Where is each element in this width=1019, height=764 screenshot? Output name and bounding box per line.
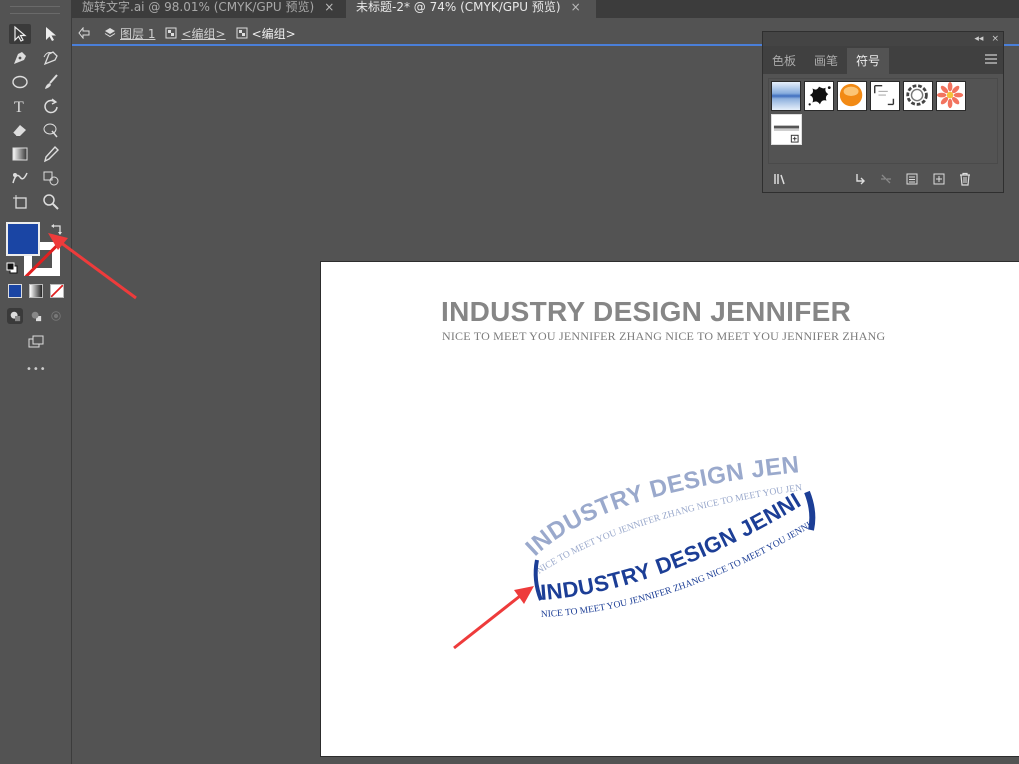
layers-icon xyxy=(104,28,116,38)
panel-tabs: 色板 画笔 符号 xyxy=(763,46,1003,74)
symbol-blue-banner[interactable] xyxy=(771,81,801,111)
ellipse-tool-icon[interactable] xyxy=(9,72,31,92)
draw-behind-icon[interactable] xyxy=(28,308,44,324)
breadcrumb-group-label: <编组> xyxy=(251,26,296,41)
close-icon[interactable]: × xyxy=(324,0,334,14)
group-icon xyxy=(165,27,177,39)
more-tools-icon[interactable]: ••• xyxy=(26,364,47,375)
artboard-subtitle-text[interactable]: NICE TO MEET YOU JENNIFER ZHANG NICE TO … xyxy=(442,329,885,344)
artboard[interactable]: INDUSTRY DESIGN JENNIFER NICE TO MEET YO… xyxy=(320,261,1019,757)
symbol-chain-wreath[interactable] xyxy=(903,81,933,111)
default-fill-stroke-icon[interactable] xyxy=(6,262,18,274)
artboard-title-text[interactable]: INDUSTRY DESIGN JENNIFER xyxy=(441,296,851,328)
panel-footer xyxy=(763,166,1003,192)
draw-normal-icon[interactable] xyxy=(7,308,23,324)
swap-fill-stroke-icon[interactable] xyxy=(50,222,64,236)
close-icon[interactable]: × xyxy=(571,0,581,14)
tab-symbols[interactable]: 符号 xyxy=(847,48,890,74)
panel-menu-icon[interactable] xyxy=(985,54,997,64)
symbol-orange-button[interactable] xyxy=(837,81,867,111)
curvature-tool-icon[interactable] xyxy=(40,48,62,68)
symbols-panel: ◂◂ × 色板 画笔 符号 xyxy=(762,31,1004,193)
screen-mode-icon[interactable] xyxy=(25,332,47,352)
breadcrumb-layer-label: 图层 1 xyxy=(120,26,156,41)
breadcrumb-group-2[interactable]: <编组> xyxy=(236,25,296,42)
place-symbol-instance-icon[interactable] xyxy=(853,172,867,186)
color-mode-icon[interactable] xyxy=(8,284,22,298)
eyedropper-tool-icon[interactable] xyxy=(40,144,62,164)
fill-color-swatch[interactable] xyxy=(6,222,40,256)
shape-builder-tool-icon[interactable] xyxy=(40,168,62,188)
breadcrumb-group-1[interactable]: <编组> xyxy=(165,25,226,42)
zoom-tool-icon[interactable] xyxy=(40,192,62,212)
back-button[interactable] xyxy=(78,27,94,39)
symbol-text-ring-selected[interactable] xyxy=(771,114,802,145)
gradient-tool-icon[interactable] xyxy=(9,144,31,164)
tab-rotate-text-ai[interactable]: 旋转文字.ai @ 98.01% (CMYK/GPU 预览) × xyxy=(72,0,344,18)
breadcrumb-group-label: <编组> xyxy=(181,26,226,41)
blend-tool-icon[interactable] xyxy=(9,168,31,188)
document-tab-bar: 旋转文字.ai @ 98.01% (CMYK/GPU 预览) × 未标题-2* @… xyxy=(72,0,1019,18)
draw-inside-icon[interactable] xyxy=(48,308,64,324)
direct-selection-tool-icon[interactable] xyxy=(40,24,62,44)
group-icon xyxy=(236,27,248,39)
collapse-panel-icon[interactable]: ◂◂ xyxy=(974,34,983,44)
panel-grip[interactable] xyxy=(10,6,60,14)
selection-tool-icon[interactable] xyxy=(9,24,31,44)
ring-back-title: INDUSTRY DESIGN JENNIFER xyxy=(511,452,801,561)
tab-label: 未标题-2* @ 74% (CMYK/GPU 预览) xyxy=(356,0,561,14)
eraser-tool-icon[interactable] xyxy=(9,120,31,140)
rotate-tool-icon[interactable] xyxy=(40,96,62,116)
pen-tool-icon[interactable] xyxy=(9,48,31,68)
artboard-tool-icon[interactable] xyxy=(9,192,31,212)
break-link-icon[interactable] xyxy=(879,172,893,186)
new-symbol-icon[interactable] xyxy=(932,172,946,186)
tab-swatches[interactable]: 色板 xyxy=(763,48,805,74)
symbol-corner-frame[interactable] xyxy=(870,81,900,111)
type-tool-icon[interactable]: T xyxy=(9,96,31,116)
panel-header-bar: ◂◂ × xyxy=(763,32,1003,46)
symbol-library-grid xyxy=(768,78,998,164)
delete-symbol-icon[interactable] xyxy=(958,172,972,186)
breadcrumb-layer[interactable]: 图层 1 xyxy=(104,25,155,42)
tab-label: 旋转文字.ai @ 98.01% (CMYK/GPU 预览) xyxy=(82,0,315,14)
tools-panel: T ••• xyxy=(0,0,72,764)
symbol-flower[interactable] xyxy=(936,81,966,111)
none-mode-icon[interactable] xyxy=(50,284,64,298)
paintbrush-tool-icon[interactable] xyxy=(40,72,62,92)
symbol-libraries-menu-icon[interactable] xyxy=(773,172,787,186)
rotated-text-ring[interactable]: INDUSTRY DESIGN JENNIFER NICE TO MEET YO… xyxy=(511,452,831,652)
symbol-ink-splat[interactable] xyxy=(804,81,834,111)
symbol-options-icon[interactable] xyxy=(905,172,919,186)
tab-brushes[interactable]: 画笔 xyxy=(805,48,847,74)
tab-untitled-2[interactable]: 未标题-2* @ 74% (CMYK/GPU 预览) × xyxy=(346,0,596,18)
puppet-warp-tool-icon[interactable] xyxy=(40,120,62,140)
gradient-mode-icon[interactable] xyxy=(29,284,43,298)
close-panel-icon[interactable]: × xyxy=(991,34,999,44)
svg-text:T: T xyxy=(14,99,24,115)
